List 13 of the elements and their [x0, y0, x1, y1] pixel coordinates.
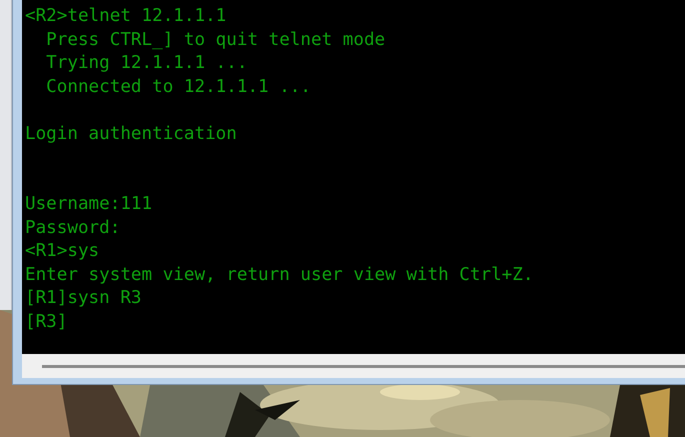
terminal-line: Trying 12.1.1.1 ...: [45, 52, 248, 75]
terminal-line: [R3]: [25, 310, 68, 334]
scrollbar-thumb[interactable]: [42, 364, 685, 368]
terminal-line: Username:111: [25, 193, 152, 216]
terminal-line: Login authentication: [25, 122, 237, 146]
terminal-line: [R1]sysn R3: [25, 287, 142, 310]
terminal-line: Connected to 12.1.1.1 ...: [45, 76, 311, 98]
terminal-line: Password:: [25, 216, 120, 240]
terminal-line: <R2>telnet 12.1.1.1: [25, 5, 226, 28]
terminal-line: Press CTRL_] to quit telnet mode: [45, 28, 386, 52]
terminal-line: Enter system view, return user view with Ctrl+Z.: [25, 264, 534, 286]
terminal-line: <R1>sys: [25, 240, 100, 263]
horizontal-scrollbar[interactable]: [22, 354, 685, 378]
